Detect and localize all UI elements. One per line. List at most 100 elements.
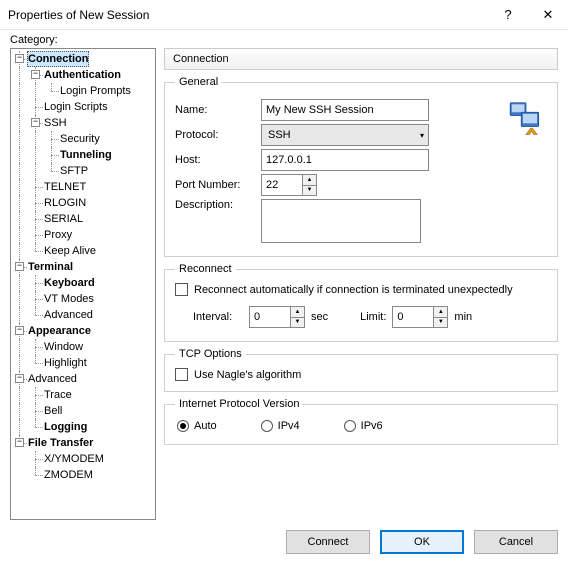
host-input[interactable] bbox=[261, 149, 429, 171]
tree-item-zmodem[interactable]: ZMODEM bbox=[11, 467, 155, 483]
tree-item-label: Keyboard bbox=[43, 275, 95, 291]
limit-input[interactable] bbox=[393, 307, 433, 327]
ipv6-radio[interactable]: IPv6 bbox=[344, 420, 383, 432]
ipv-auto-radio[interactable]: Auto bbox=[177, 420, 217, 432]
tree-item-label: Logging bbox=[43, 419, 87, 435]
window-title: Properties of New Session bbox=[8, 8, 488, 22]
interval-input[interactable] bbox=[250, 307, 290, 327]
ipv-group: Internet Protocol Version Auto IPv4 IPv6 bbox=[164, 398, 558, 445]
tree-item-label: Highlight bbox=[43, 355, 87, 371]
panel-title: Connection bbox=[173, 53, 229, 65]
tree-item-login-scripts[interactable]: Login Scripts bbox=[11, 99, 155, 115]
tree-item-label: ZMODEM bbox=[43, 467, 93, 483]
tree-item-connection[interactable]: −Connection bbox=[11, 51, 155, 67]
tree-item-highlight[interactable]: Highlight bbox=[11, 355, 155, 371]
collapse-icon[interactable]: − bbox=[15, 374, 24, 383]
tree-item-label: Security bbox=[59, 131, 100, 147]
titlebar: Properties of New Session ? ✕ bbox=[0, 0, 568, 30]
close-button[interactable]: ✕ bbox=[528, 0, 568, 30]
help-button[interactable]: ? bbox=[488, 0, 528, 30]
tree-item-window[interactable]: Window bbox=[11, 339, 155, 355]
checkbox-icon bbox=[175, 283, 188, 296]
ipv-auto-label: Auto bbox=[194, 420, 217, 432]
tree-item-label: Advanced bbox=[43, 307, 93, 323]
port-input[interactable] bbox=[262, 175, 302, 195]
category-tree[interactable]: −Connection−AuthenticationLogin PromptsL… bbox=[10, 48, 156, 520]
cancel-button[interactable]: Cancel bbox=[474, 530, 558, 554]
tree-item-label: Tunneling bbox=[59, 147, 112, 163]
reconnect-checkbox[interactable]: Reconnect automatically if connection is… bbox=[175, 283, 547, 296]
tree-item-rlogin[interactable]: RLOGIN bbox=[11, 195, 155, 211]
collapse-icon[interactable]: − bbox=[31, 118, 40, 127]
tree-item-ssh[interactable]: −SSH bbox=[11, 115, 155, 131]
spin-up-icon[interactable]: ▲ bbox=[434, 307, 447, 318]
spin-up-icon[interactable]: ▲ bbox=[291, 307, 304, 318]
general-legend: General bbox=[175, 76, 222, 88]
radio-icon bbox=[344, 420, 356, 432]
tree-item-tunneling[interactable]: Tunneling bbox=[11, 147, 155, 163]
collapse-icon[interactable]: − bbox=[15, 326, 24, 335]
spin-down-icon[interactable]: ▼ bbox=[303, 186, 316, 196]
ipv-legend: Internet Protocol Version bbox=[175, 398, 303, 410]
limit-spinner[interactable]: ▲▼ bbox=[392, 306, 448, 328]
tree-item-keyboard[interactable]: Keyboard bbox=[11, 275, 155, 291]
collapse-icon[interactable]: − bbox=[15, 438, 24, 447]
collapse-icon[interactable]: − bbox=[31, 70, 40, 79]
tree-item-telnet[interactable]: TELNET bbox=[11, 179, 155, 195]
nagle-checkbox[interactable]: Use Nagle's algorithm bbox=[175, 368, 547, 381]
radio-icon bbox=[177, 420, 189, 432]
tree-item-vt-modes[interactable]: VT Modes bbox=[11, 291, 155, 307]
ok-button[interactable]: OK bbox=[380, 530, 464, 554]
tree-item-advanced[interactable]: Advanced bbox=[11, 307, 155, 323]
tree-item-label: Login Prompts bbox=[59, 83, 131, 99]
tree-item-login-prompts[interactable]: Login Prompts bbox=[11, 83, 155, 99]
tree-item-label: File Transfer bbox=[27, 435, 93, 451]
category-label: Category: bbox=[0, 30, 568, 48]
ipv4-radio[interactable]: IPv4 bbox=[261, 420, 300, 432]
tree-item-proxy[interactable]: Proxy bbox=[11, 227, 155, 243]
interval-spinner[interactable]: ▲▼ bbox=[249, 306, 305, 328]
tree-item-label: Keep Alive bbox=[43, 243, 96, 259]
tree-item-bell[interactable]: Bell bbox=[11, 403, 155, 419]
tree-item-label: Authentication bbox=[43, 67, 121, 83]
tree-item-file-transfer[interactable]: −File Transfer bbox=[11, 435, 155, 451]
tree-item-advanced[interactable]: −Advanced bbox=[11, 371, 155, 387]
collapse-icon[interactable]: − bbox=[15, 262, 24, 271]
tree-item-x-ymodem[interactable]: X/YMODEM bbox=[11, 451, 155, 467]
tree-item-label: X/YMODEM bbox=[43, 451, 104, 467]
checkbox-icon bbox=[175, 368, 188, 381]
connect-button[interactable]: Connect bbox=[286, 530, 370, 554]
tree-item-security[interactable]: Security bbox=[11, 131, 155, 147]
general-group: General Name: Protocol: SSH ▾ bbox=[164, 76, 558, 257]
tree-item-label: Terminal bbox=[27, 259, 73, 275]
tree-item-label: SSH bbox=[43, 115, 67, 131]
ipv4-label: IPv4 bbox=[278, 420, 300, 432]
chevron-down-icon: ▾ bbox=[420, 131, 424, 140]
spin-up-icon[interactable]: ▲ bbox=[303, 175, 316, 186]
tree-item-appearance[interactable]: −Appearance bbox=[11, 323, 155, 339]
reconnect-group: Reconnect Reconnect automatically if con… bbox=[164, 263, 558, 342]
tree-item-sftp[interactable]: SFTP bbox=[11, 163, 155, 179]
desc-textarea[interactable] bbox=[261, 199, 421, 243]
tree-item-label: Trace bbox=[43, 387, 72, 403]
tree-item-serial[interactable]: SERIAL bbox=[11, 211, 155, 227]
tree-item-terminal[interactable]: −Terminal bbox=[11, 259, 155, 275]
port-spinner[interactable]: ▲▼ bbox=[261, 174, 317, 196]
name-input[interactable] bbox=[261, 99, 429, 121]
interval-unit: sec bbox=[311, 311, 328, 323]
tree-item-logging[interactable]: Logging bbox=[11, 419, 155, 435]
tree-item-authentication[interactable]: −Authentication bbox=[11, 67, 155, 83]
name-label: Name: bbox=[175, 104, 261, 116]
tree-item-keep-alive[interactable]: Keep Alive bbox=[11, 243, 155, 259]
tcp-legend: TCP Options bbox=[175, 348, 246, 360]
collapse-icon[interactable]: − bbox=[15, 54, 24, 63]
tree-item-trace[interactable]: Trace bbox=[11, 387, 155, 403]
nagle-label: Use Nagle's algorithm bbox=[194, 369, 301, 381]
reconnect-legend: Reconnect bbox=[175, 263, 236, 275]
desc-label: Description: bbox=[175, 199, 261, 211]
spin-down-icon[interactable]: ▼ bbox=[291, 318, 304, 328]
radio-icon bbox=[261, 420, 273, 432]
protocol-combo[interactable]: SSH ▾ bbox=[261, 124, 429, 146]
tree-item-label: SFTP bbox=[59, 163, 88, 179]
spin-down-icon[interactable]: ▼ bbox=[434, 318, 447, 328]
